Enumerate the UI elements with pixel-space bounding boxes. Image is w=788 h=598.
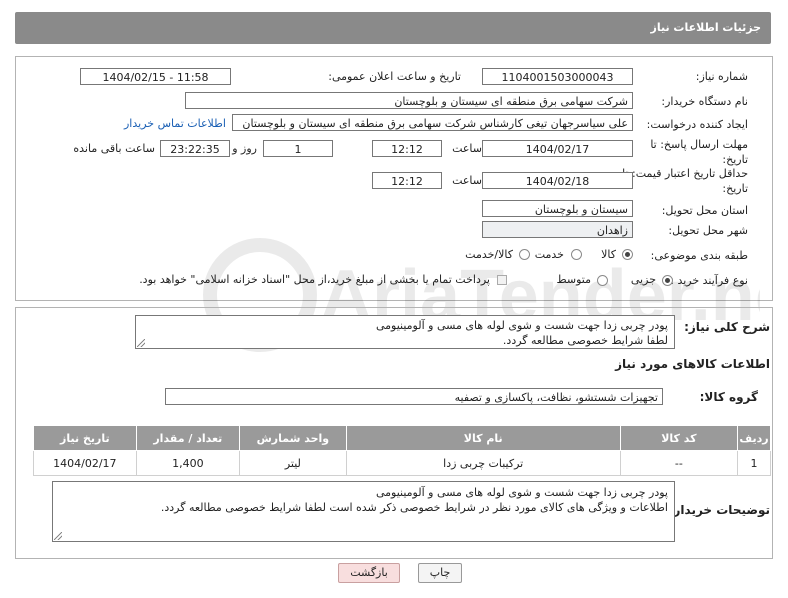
buyer-notes-line-2: اطلاعات و ویژگی های کالای مورد نظر در شر… (160, 501, 668, 514)
cell-quantity: 1,400 (135, 450, 241, 476)
goods-table: ردیف کد کالا نام کالا واحد شمارش تعداد /… (33, 425, 771, 476)
deadline-time-label: ساعت (452, 142, 482, 155)
col-quantity: تعداد / مقدار (135, 425, 241, 451)
delivery-city-field: زاهدان (482, 221, 633, 238)
price-validity-time-label: ساعت (452, 174, 482, 187)
delivery-province-label: استان محل تحویل: (661, 204, 748, 217)
buyer-org-label: نام دستگاه خریدار: (661, 95, 748, 108)
col-unit: واحد شمارش (239, 425, 347, 451)
process-type-label: نوع فرآیند خرید : (670, 274, 748, 287)
process-radio-minor[interactable] (662, 275, 673, 286)
buyer-org-field: شرکت سهامی برق منطقه ای سیستان و بلوچستا… (185, 92, 633, 109)
deadline-label: مهلت ارسال پاسخ: تا تاریخ: (650, 138, 748, 166)
buyer-notes-resize-handle[interactable] (54, 532, 62, 540)
cell-need-date: 1404/02/17 (33, 450, 137, 476)
remaining-time-label: ساعت باقی مانده (73, 142, 155, 155)
description-resize-handle[interactable] (137, 339, 145, 347)
need-number-label: شماره نیاز: (695, 70, 748, 83)
deadline-time-field: 12:12 (372, 140, 442, 157)
page-header: جزئیات اطلاعات نیاز (15, 12, 771, 44)
announce-datetime-field: 1404/02/15 - 11:58 (80, 68, 231, 85)
category-label: طبقه بندی موضوعی: (650, 249, 748, 262)
category-radio-goods-service[interactable] (519, 249, 530, 260)
table-header-row: ردیف کد کالا نام کالا واحد شمارش تعداد /… (33, 425, 771, 451)
category-option-goods-service: کالا/خدمت (465, 248, 513, 261)
description-label: شرح کلی نیاز: (684, 320, 770, 334)
need-number-field: 1104001503000043 (482, 68, 633, 85)
description-line-2: لطفا شرایط خصوصی مطالعه گردد. (502, 334, 668, 347)
buyer-notes-line-1: پودر چربی زدا جهت شست و شوی لوله های مسی… (375, 486, 668, 499)
days-field: 1 (263, 140, 333, 157)
announce-datetime-label: تاریخ و ساعت اعلان عمومی: (328, 70, 461, 83)
creator-label: ایجاد کننده درخواست: (646, 118, 748, 131)
treasury-payment-note: پرداخت تمام یا بخشی از مبلغ خرید،از محل … (139, 273, 490, 286)
col-item-name: نام کالا (345, 425, 621, 451)
category-radio-goods[interactable] (622, 249, 633, 260)
treasury-payment-checkbox (497, 275, 507, 285)
cell-row-number: 1 (737, 450, 771, 476)
price-validity-time-field: 12:12 (372, 172, 442, 189)
price-validity-date-field: 1404/02/18 (482, 172, 633, 189)
back-button[interactable]: بازگشت (338, 563, 400, 583)
category-option-goods: کالا (601, 248, 616, 261)
process-option-medium: متوسط (556, 273, 591, 286)
delivery-province-field: سیستان و بلوچستان (482, 200, 633, 217)
description-textarea: پودر چربی زدا جهت شست و شوی لوله های مسی… (135, 315, 675, 349)
process-option-minor: جزیی (630, 273, 656, 286)
description-line-1: پودر چربی زدا جهت شست و شوی لوله های مسی… (375, 319, 668, 332)
category-option-service: خدمت (534, 248, 564, 261)
buyer-notes-textarea: پودر چربی زدا جهت شست و شوی لوله های مسی… (52, 481, 675, 542)
goods-section-title: اطلاعات کالاهای مورد نیاز (615, 357, 770, 371)
creator-field: علی سیاسرجهان تیغی کارشناس شرکت سهامی بر… (232, 114, 633, 131)
goods-group-label: گروه کالا: (699, 390, 758, 404)
delivery-city-label: شهر محل تحویل: (668, 224, 748, 237)
col-item-code: کد کالا (619, 425, 739, 451)
category-radio-service[interactable] (571, 249, 582, 260)
deadline-date-field: 1404/02/17 (482, 140, 633, 157)
page-title: جزئیات اطلاعات نیاز (650, 21, 762, 34)
col-row-number: ردیف (737, 425, 771, 451)
col-need-date: تاریخ نیاز (33, 425, 137, 451)
buyer-notes-label: توضیحات خریدار: (668, 503, 770, 517)
cell-item-name: ترکیبات چربی زدا (345, 450, 621, 476)
cell-item-code: -- (619, 450, 739, 476)
cell-unit: لیتر (239, 450, 347, 476)
remaining-time-field: 23:22:35 (160, 140, 230, 157)
goods-group-field: تجهیزات شستشو، نظافت، پاکسازی و تصفیه (165, 388, 663, 405)
contact-buyer-link[interactable]: اطلاعات تماس خریدار (124, 117, 226, 130)
table-row: 1 -- ترکیبات چربی زدا لیتر 1,400 1404/02… (33, 450, 771, 476)
days-label: روز و (232, 142, 257, 155)
process-radio-medium[interactable] (597, 275, 608, 286)
print-button[interactable]: چاپ (418, 563, 462, 583)
